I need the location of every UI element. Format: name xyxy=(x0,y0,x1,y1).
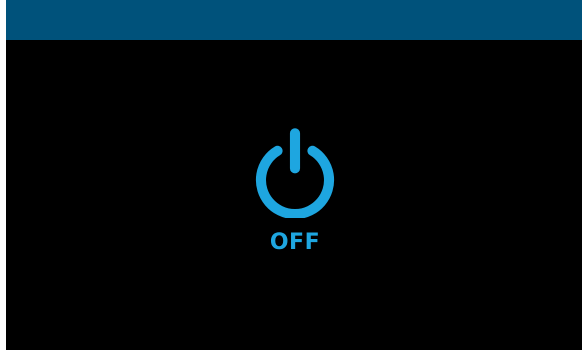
power-toggle-button[interactable]: OFF xyxy=(249,126,341,266)
header-bar xyxy=(6,0,582,40)
power-state-label: OFF xyxy=(269,230,321,255)
power-screen: OFF xyxy=(6,0,582,350)
power-icon xyxy=(255,128,335,218)
